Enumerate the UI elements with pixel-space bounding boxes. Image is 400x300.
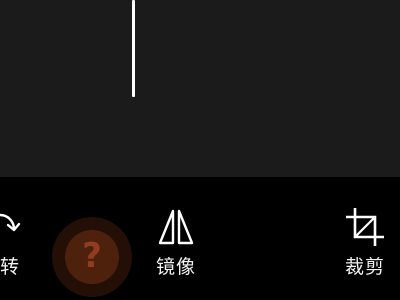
- mirror-icon: [158, 209, 194, 245]
- help-button[interactable]: ?: [52, 217, 132, 297]
- help-icon: ?: [82, 236, 102, 276]
- crop-label: 裁剪: [344, 256, 385, 278]
- editor-screen: 旋转 镜像 裁剪 ?: [0, 0, 400, 300]
- rotate-icon: [0, 213, 21, 232]
- mirror-label: 镜像: [155, 256, 196, 278]
- rotate-label: 旋转: [0, 256, 20, 278]
- image-canvas[interactable]: [0, 0, 400, 177]
- rotate-button[interactable]: 旋转: [0, 205, 30, 278]
- crop-button[interactable]: 裁剪: [335, 205, 395, 278]
- mirror-button[interactable]: 镜像: [146, 205, 206, 278]
- vertical-guide-line: [132, 0, 135, 97]
- crop-icon: [346, 208, 384, 246]
